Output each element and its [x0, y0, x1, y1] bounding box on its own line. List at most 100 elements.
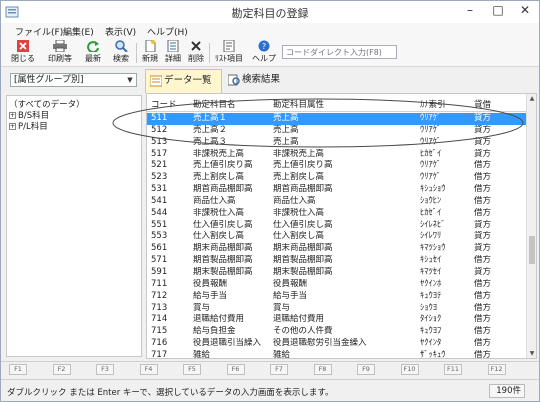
group-select-value: [属性グループ別]	[14, 75, 84, 85]
function-key-f2[interactable]: F2	[52, 364, 71, 375]
cell-debit-credit: 借方	[474, 302, 492, 313]
cell-debit-credit: 貸方	[474, 231, 492, 242]
cell-kana: ｳﾘｱｹﾞ	[420, 160, 442, 171]
table-row[interactable]: 561 期末商品棚卸高 期末商品棚卸高 ｷﾏﾂｼｮｳ 貸方	[147, 243, 528, 255]
menu-help[interactable]: ヘルプ(H)	[147, 25, 188, 38]
scroll-thumb[interactable]	[529, 236, 535, 264]
menu-edit[interactable]: 編集(E)	[63, 25, 94, 38]
function-key-f11[interactable]: F11	[444, 364, 462, 375]
expand-icon[interactable]: +	[9, 123, 16, 130]
table-row[interactable]: 715 給与負担金 その他の人件費 ｷｭｳﾖﾌ 借方	[147, 326, 528, 338]
toolbar-separator	[136, 43, 137, 63]
cell-code: 551	[151, 219, 168, 230]
table-row[interactable]: 551 仕入値引戻し高 仕入値引戻し高 ｼｲﾚﾈﾋﾞ 貸方	[147, 220, 528, 232]
record-count: 190件	[489, 384, 525, 398]
scroll-down-icon[interactable]: ▼	[527, 350, 536, 357]
status-bar: ダブルクリック または Enter キーで、選択しているデータの入力画面を表示し…	[1, 379, 539, 401]
function-key-f1[interactable]: F1	[9, 364, 27, 375]
minimize-button[interactable]: –	[456, 1, 484, 21]
cell-attribute: 雑給	[273, 349, 291, 359]
refresh-icon	[87, 41, 99, 52]
table-row[interactable]: 591 期末製品棚卸高 期末製品棚卸高 ｷﾏﾂｾｲ 貸方	[147, 267, 528, 279]
annotation-ellipse	[112, 98, 524, 148]
table-row[interactable]: 553 仕入割戻し高 仕入割戻し高 ｼｲﾚﾜﾘ 貸方	[147, 231, 528, 243]
close-button[interactable]: 閉じる	[9, 40, 37, 66]
close-window-button[interactable]: ✕	[511, 1, 539, 21]
cell-account-name: 仕入値引戻し高	[193, 219, 253, 230]
maximize-button[interactable]: □	[484, 1, 512, 21]
cell-kana: ﾀｲｼｮｸ	[420, 314, 442, 325]
cell-code: 523	[151, 172, 168, 183]
table-row[interactable]: 523 売上割戻し高 売上割戻し高 ｳﾘｱｹﾞ 借方	[147, 172, 528, 184]
cell-attribute: 売上値引戻り高	[273, 160, 333, 171]
cell-debit-credit: 貸方	[474, 266, 492, 277]
code-direct-input[interactable]	[282, 45, 397, 59]
table-row[interactable]: 531 期首商品棚卸高 期首商品棚卸高 ｷｼｭｼｮｳ 借方	[147, 184, 528, 196]
function-key-f4[interactable]: F4	[139, 364, 158, 375]
print-button[interactable]: 印刷等	[45, 40, 75, 66]
cell-account-name: 給与手当	[193, 290, 228, 301]
data-list-icon	[150, 75, 162, 87]
delete-icon	[191, 41, 201, 51]
function-key-f7[interactable]: F7	[270, 364, 288, 375]
cell-code: 517	[151, 148, 168, 159]
function-key-f6[interactable]: F6	[226, 364, 245, 375]
table-row[interactable]: 517 非課税売上高 非課税売上高 ﾋｶｾﾞｲ 貸方	[147, 149, 528, 161]
vertical-scrollbar[interactable]: ▲ ▼	[526, 94, 536, 358]
expand-icon[interactable]: +	[9, 112, 16, 119]
cell-account-name: 役員報酬	[193, 278, 228, 289]
cell-attribute: 賞与	[273, 302, 291, 313]
table-row[interactable]: 541 商品仕入高 商品仕入高 ｼｮｳﾋﾝ 借方	[147, 196, 528, 208]
cell-attribute: 退職給付費用	[273, 314, 325, 325]
cell-attribute: 仕入値引戻し高	[273, 219, 333, 230]
cell-account-name: 商品仕入高	[193, 195, 236, 206]
function-key-f9[interactable]: F9	[357, 364, 375, 375]
tab-data-list[interactable]: データ一覧	[145, 69, 222, 93]
function-key-f12[interactable]: F12	[487, 364, 506, 375]
function-key-f10[interactable]: F10	[400, 364, 419, 375]
tab-search-results[interactable]: 検索結果	[224, 69, 296, 93]
table-row[interactable]: 713 賞与 賞与 ｼｮｳﾖ 借方	[147, 303, 528, 315]
menu-file[interactable]: ファイル(F)	[15, 25, 63, 38]
cell-code: 521	[151, 160, 168, 171]
search-results-icon	[228, 74, 240, 86]
cell-code: 712	[151, 290, 168, 301]
refresh-button[interactable]: 最新	[81, 40, 105, 66]
details-button[interactable]: 詳細	[162, 40, 184, 66]
cell-code: 713	[151, 302, 168, 313]
cell-account-name: 給与負担金	[193, 326, 236, 337]
table-row[interactable]: 521 売上値引戻り高 売上値引戻り高 ｳﾘｱｹﾞ 借方	[147, 160, 528, 172]
delete-button[interactable]: 削除	[185, 40, 207, 66]
cell-debit-credit: 借方	[474, 338, 492, 349]
table-row[interactable]: 571 期首製品棚卸高 期首製品棚卸高 ｷｼｭｾｲ 借方	[147, 255, 528, 267]
tree-item-pl[interactable]: + P/L科目	[9, 120, 48, 132]
table-row[interactable]: 717 雑給 雑給 ｻﾞｯｷｭｳ 借方	[147, 349, 528, 359]
function-key-f3[interactable]: F3	[96, 364, 114, 375]
cell-debit-credit: 貸方	[474, 243, 492, 254]
toolbar-separator	[209, 43, 210, 63]
function-key-f5[interactable]: F5	[183, 364, 201, 375]
cell-account-name: 雑給	[193, 349, 211, 359]
table-row[interactable]: 711 役員報酬 役員報酬 ﾔｸｲﾝﾎ 借方	[147, 279, 528, 291]
table-row[interactable]: 712 給与手当 給与手当 ｷｭｳﾖﾃ 借方	[147, 291, 528, 303]
search-button[interactable]: 検索	[109, 40, 133, 66]
menu-view[interactable]: 表示(V)	[105, 25, 136, 38]
cell-account-name: 期首商品棚卸高	[193, 184, 253, 195]
cell-kana: ｷﾏﾂｾｲ	[420, 266, 442, 277]
cell-account-name: 期末商品棚卸高	[193, 243, 253, 254]
toolbar: 閉じる 印刷等 最新 検索 新規 詳細 削除 ﾘｽﾄ項目 ? ヘルプ コードダイ…	[1, 39, 539, 67]
cell-kana: ﾋｶｾﾞｲ	[420, 148, 442, 159]
cell-attribute: 売上割戻し高	[273, 172, 325, 183]
new-button[interactable]: 新規	[139, 40, 161, 66]
scroll-up-icon[interactable]: ▲	[527, 95, 536, 102]
search-icon	[115, 40, 128, 52]
help-button[interactable]: ? ヘルプ	[251, 40, 277, 66]
table-row[interactable]: 716 役員退職引当繰入 役員退職慰労引当金繰入 ﾔｸｲﾝﾀ 借方	[147, 338, 528, 350]
cell-attribute: その他の人件費	[273, 326, 333, 337]
table-row[interactable]: 544 非課税仕入高 非課税仕入高 ﾋｶｾﾞｲ 借方	[147, 208, 528, 220]
group-select[interactable]: [属性グループ別] ▼	[10, 73, 137, 87]
cell-account-name: 売上割戻し高	[193, 172, 245, 183]
table-row[interactable]: 714 退職給付費用 退職給付費用 ﾀｲｼｮｸ 借方	[147, 314, 528, 326]
list-items-button[interactable]: ﾘｽﾄ項目	[212, 40, 246, 66]
function-key-f8[interactable]: F8	[313, 364, 332, 375]
